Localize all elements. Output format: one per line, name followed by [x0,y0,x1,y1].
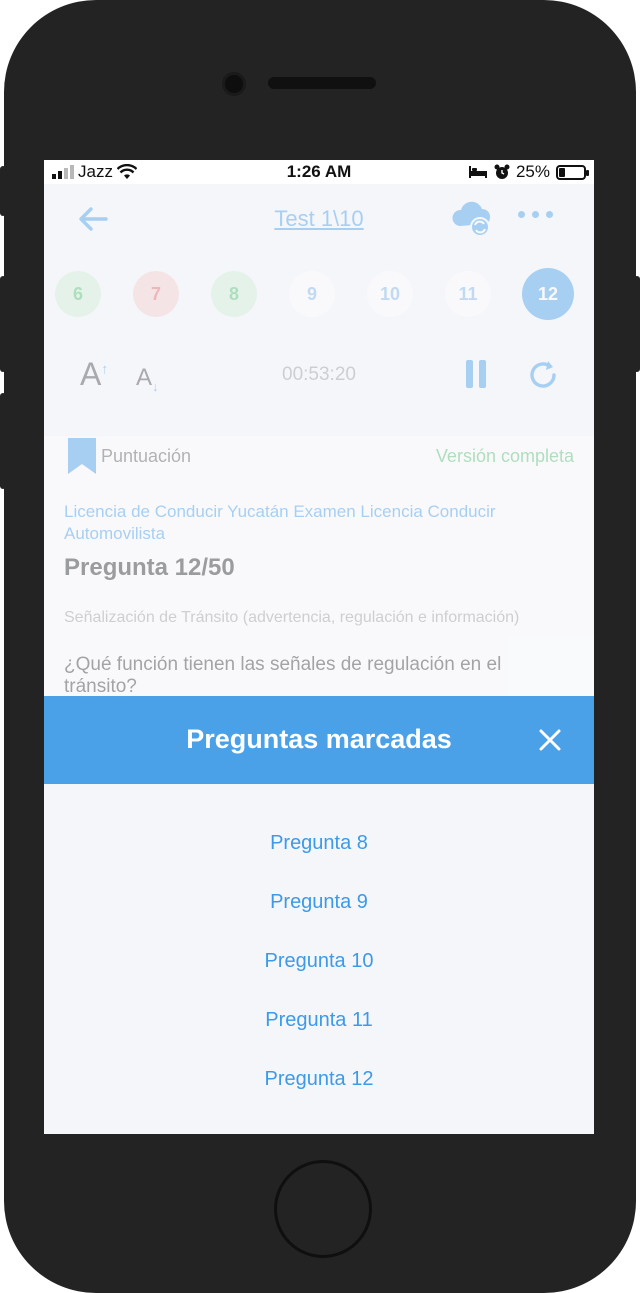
cloud-sync-icon[interactable] [450,198,494,238]
question-number-12[interactable]: 12 [522,268,574,320]
pause-icon[interactable] [466,360,486,388]
toolbar: A↑ A↓ 00:53:20 [44,344,594,404]
alarm-icon [494,164,510,179]
question-number-11[interactable]: 11 [445,271,491,317]
earpiece-speaker [268,77,376,89]
nav-bar: Test 1\10 [44,184,594,254]
battery-percent: 25% [515,162,550,181]
full-version-link[interactable]: Versión completa [436,446,574,467]
restart-icon[interactable] [526,358,560,392]
question-number-7[interactable]: 7 [133,271,179,317]
modal-title: Preguntas marcadas [186,724,452,754]
test-title-link[interactable]: Test 1\10 [44,206,594,232]
question-number-8[interactable]: 8 [211,271,257,317]
app-screen: Jazz 1:26 AM 25% Test 1\10 6 7 8 9 10 11… [44,160,594,1134]
marked-question-item[interactable]: Pregunta 11 [44,991,594,1050]
status-bar: Jazz 1:26 AM 25% [44,160,594,184]
exam-timer: 00:53:20 [282,364,356,385]
marked-question-item[interactable]: Pregunta 9 [44,873,594,932]
bed-icon [468,166,487,178]
question-counter: Pregunta 12/50 [64,554,235,581]
more-options-icon[interactable] [518,211,553,218]
home-button[interactable] [274,1160,372,1258]
question-number-strip: 6 7 8 9 10 11 12 [44,266,594,320]
marked-question-item[interactable]: Pregunta 10 [44,932,594,991]
modal-header: Preguntas marcadas [44,696,594,784]
marked-question-item[interactable]: Pregunta 12 [44,1050,594,1109]
battery-icon [556,164,589,180]
question-number-10[interactable]: 10 [367,271,413,317]
question-text: ¿Qué función tienen las señales de regul… [64,654,502,697]
status-right: 25% [468,162,589,182]
question-number-6[interactable]: 6 [55,271,101,317]
close-icon[interactable] [538,728,562,752]
marked-question-item[interactable]: Pregunta 8 [44,814,594,873]
marked-questions-modal: Preguntas marcadas Pregunta 8 Pregunta 9… [44,696,594,1134]
exam-category: Licencia de Conducir Yucatán Examen Lice… [64,502,496,543]
question-number-9[interactable]: 9 [289,271,335,317]
marked-questions-list: Pregunta 8 Pregunta 9 Pregunta 10 Pregun… [44,814,594,1109]
front-camera [222,72,246,96]
bookmark-icon[interactable] [68,438,96,474]
question-subcategory: Señalización de Tránsito (advertencia, r… [64,609,520,626]
score-label[interactable]: Puntuación [101,446,191,467]
